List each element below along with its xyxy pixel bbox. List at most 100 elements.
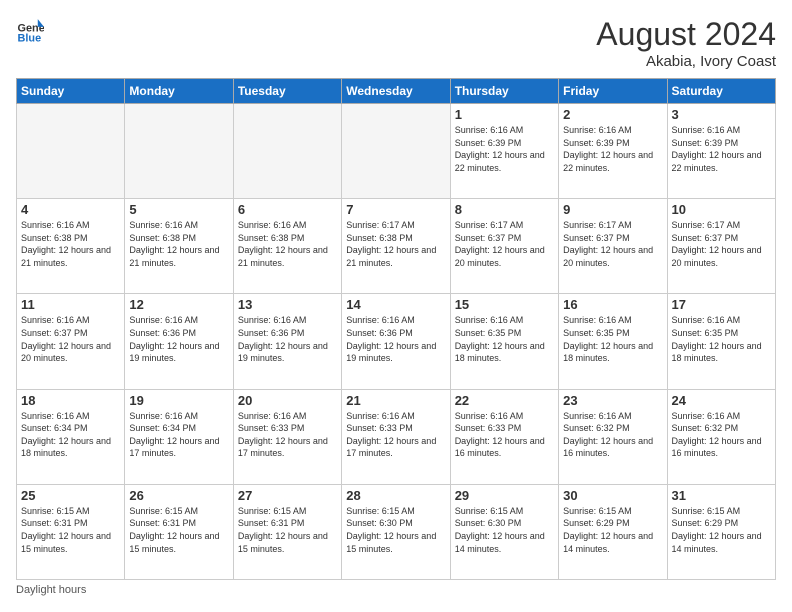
calendar-cell: 11Sunrise: 6:16 AMSunset: 6:37 PMDayligh… (17, 294, 125, 389)
day-number: 17 (672, 297, 771, 312)
day-number: 21 (346, 393, 445, 408)
day-number: 22 (455, 393, 554, 408)
day-number: 30 (563, 488, 662, 503)
day-number: 12 (129, 297, 228, 312)
calendar-cell: 15 Sunrise: 6:16 AMSunset: 6:35 PMDayligh… (450, 294, 558, 389)
day-info: Sunrise: 6:16 AMSunset: 6:38 PMDaylight:… (21, 219, 120, 269)
day-number: 5 (129, 202, 228, 217)
day-info: Sunrise: 6:16 AMSunset: 6:38 PMDaylight:… (238, 219, 337, 269)
svg-text:Blue: Blue (18, 33, 42, 44)
day-info: Sunrise: 6:15 AMSunset: 6:29 PMDaylight:… (563, 505, 662, 555)
day-number: 26 (129, 488, 228, 503)
calendar-cell: 29Sunrise: 6:15 AMSunset: 6:30 PMDayligh… (450, 484, 558, 579)
calendar-cell: 30 Sunrise: 6:15 AMSunset: 6:29 PMDayligh… (559, 484, 667, 579)
day-number: 25 (21, 488, 120, 503)
day-number: 31 (672, 488, 771, 503)
day-number: 18 (21, 393, 120, 408)
calendar-table: SundayMondayTuesdayWednesdayThursdayFrid… (16, 78, 776, 580)
day-info: Sunrise: 6:16 AMSunset: 6:35 PMDaylight:… (455, 314, 554, 364)
calendar-cell: 28Sunrise: 6:15 AMSunset: 6:30 PMDayligh… (342, 484, 450, 579)
day-info: Sunrise: 6:17 AMSunset: 6:37 PMDaylight:… (672, 219, 771, 269)
calendar-cell: 7 Sunrise: 6:17 AMSunset: 6:38 PMDaylight… (342, 199, 450, 294)
calendar-cell: 6 Sunrise: 6:16 AMSunset: 6:38 PMDaylight… (233, 199, 341, 294)
calendar-cell: 19Sunrise: 6:16 AMSunset: 6:34 PMDayligh… (125, 389, 233, 484)
calendar-cell: 9 Sunrise: 6:17 AMSunset: 6:37 PMDaylight… (559, 199, 667, 294)
calendar-cell: 10 Sunrise: 6:17 AMSunset: 6:37 PMDayligh… (667, 199, 775, 294)
calendar-cell (125, 104, 233, 199)
page: General Blue August 2024 Akabia, Ivory C… (0, 0, 792, 612)
calendar-cell: 21 Sunrise: 6:16 AMSunset: 6:33 PMDayligh… (342, 389, 450, 484)
day-info: Sunrise: 6:15 AMSunset: 6:31 PMDaylight:… (129, 505, 228, 555)
day-info: Sunrise: 6:15 AMSunset: 6:29 PMDaylight:… (672, 505, 771, 555)
calendar-cell: 31 Sunrise: 6:15 AMSunset: 6:29 PMDayligh… (667, 484, 775, 579)
day-info: Sunrise: 6:16 AMSunset: 6:36 PMDaylight:… (129, 314, 228, 364)
day-info: Sunrise: 6:16 AMSunset: 6:34 PMDaylight:… (129, 410, 228, 460)
month-year: August 2024 (596, 16, 776, 53)
day-info: Sunrise: 6:16 AMSunset: 6:33 PMDaylight:… (455, 410, 554, 460)
calendar-week-5: 25 Sunrise: 6:15 AMSunset: 6:31 PMDayligh… (17, 484, 776, 579)
day-number: 15 (455, 297, 554, 312)
day-info: Sunrise: 6:16 AMSunset: 6:38 PMDaylight:… (129, 219, 228, 269)
calendar-cell: 12 Sunrise: 6:16 AMSunset: 6:36 PMDayligh… (125, 294, 233, 389)
day-number: 13 (238, 297, 337, 312)
calendar-cell (342, 104, 450, 199)
day-number: 27 (238, 488, 337, 503)
logo: General Blue (16, 16, 44, 44)
day-info: Sunrise: 6:17 AMSunset: 6:37 PMDaylight:… (563, 219, 662, 269)
day-info: Sunrise: 6:16 AMSunset: 6:39 PMDaylight:… (455, 124, 554, 174)
day-info: Sunrise: 6:16 AMSunset: 6:33 PMDaylight:… (346, 410, 445, 460)
day-number: 24 (672, 393, 771, 408)
calendar-cell: 14 Sunrise: 6:16 AMSunset: 6:36 PMDayligh… (342, 294, 450, 389)
day-number: 2 (563, 107, 662, 122)
day-info: Sunrise: 6:17 AMSunset: 6:38 PMDaylight:… (346, 219, 445, 269)
calendar-cell: 25 Sunrise: 6:15 AMSunset: 6:31 PMDayligh… (17, 484, 125, 579)
day-number: 8 (455, 202, 554, 217)
day-number: 6 (238, 202, 337, 217)
day-number: 10 (672, 202, 771, 217)
day-number: 3 (672, 107, 771, 122)
calendar-cell: 8 Sunrise: 6:17 AMSunset: 6:37 PMDaylight… (450, 199, 558, 294)
day-info: Sunrise: 6:16 AMSunset: 6:35 PMDaylight:… (672, 314, 771, 364)
day-info: Sunrise: 6:16 AMSunset: 6:34 PMDaylight:… (21, 410, 120, 460)
day-info: Sunrise: 6:16 AMSunset: 6:32 PMDaylight:… (563, 410, 662, 460)
day-info: Sunrise: 6:16 AMSunset: 6:39 PMDaylight:… (563, 124, 662, 174)
day-number: 7 (346, 202, 445, 217)
day-info: Sunrise: 6:16 AMSunset: 6:36 PMDaylight:… (238, 314, 337, 364)
calendar-cell: 18 Sunrise: 6:16 AMSunset: 6:34 PMDayligh… (17, 389, 125, 484)
footer-note: Daylight hours (16, 584, 776, 596)
calendar-header-wednesday: Wednesday (342, 79, 450, 104)
day-info: Sunrise: 6:16 AMSunset: 6:32 PMDaylight:… (672, 410, 771, 460)
day-number: 9 (563, 202, 662, 217)
calendar-cell: 2 Sunrise: 6:16 AMSunset: 6:39 PMDaylight… (559, 104, 667, 199)
calendar-header-tuesday: Tuesday (233, 79, 341, 104)
calendar-header-row: SundayMondayTuesdayWednesdayThursdayFrid… (17, 79, 776, 104)
calendar-header-monday: Monday (125, 79, 233, 104)
calendar-week-2: 4 Sunrise: 6:16 AMSunset: 6:38 PMDaylight… (17, 199, 776, 294)
calendar-cell: 20Sunrise: 6:16 AMSunset: 6:33 PMDayligh… (233, 389, 341, 484)
day-number: 16 (563, 297, 662, 312)
day-info: Sunrise: 6:15 AMSunset: 6:30 PMDaylight:… (455, 505, 554, 555)
generalblue-logo-icon: General Blue (16, 16, 44, 44)
calendar-cell: 13 Sunrise: 6:16 AMSunset: 6:36 PMDayligh… (233, 294, 341, 389)
header: General Blue August 2024 Akabia, Ivory C… (16, 16, 776, 70)
day-info: Sunrise: 6:16 AMSunset: 6:36 PMDaylight:… (346, 314, 445, 364)
calendar-week-1: 1Sunrise: 6:16 AMSunset: 6:39 PMDaylight… (17, 104, 776, 199)
calendar-header-thursday: Thursday (450, 79, 558, 104)
day-number: 4 (21, 202, 120, 217)
calendar-week-3: 11Sunrise: 6:16 AMSunset: 6:37 PMDayligh… (17, 294, 776, 389)
day-info: Sunrise: 6:15 AMSunset: 6:31 PMDaylight:… (21, 505, 120, 555)
day-info: Sunrise: 6:17 AMSunset: 6:37 PMDaylight:… (455, 219, 554, 269)
day-number: 14 (346, 297, 445, 312)
location: Akabia, Ivory Coast (596, 53, 776, 70)
calendar-cell (233, 104, 341, 199)
calendar-week-4: 18 Sunrise: 6:16 AMSunset: 6:34 PMDayligh… (17, 389, 776, 484)
calendar-cell: 5 Sunrise: 6:16 AMSunset: 6:38 PMDaylight… (125, 199, 233, 294)
calendar-header-saturday: Saturday (667, 79, 775, 104)
calendar-cell: 24 Sunrise: 6:16 AMSunset: 6:32 PMDayligh… (667, 389, 775, 484)
title-block: August 2024 Akabia, Ivory Coast (596, 16, 776, 70)
calendar-cell: 17 Sunrise: 6:16 AMSunset: 6:35 PMDayligh… (667, 294, 775, 389)
day-info: Sunrise: 6:16 AMSunset: 6:35 PMDaylight:… (563, 314, 662, 364)
day-info: Sunrise: 6:16 AMSunset: 6:39 PMDaylight:… (672, 124, 771, 174)
day-number: 23 (563, 393, 662, 408)
daylight-hours-label: Daylight hours (16, 584, 86, 596)
